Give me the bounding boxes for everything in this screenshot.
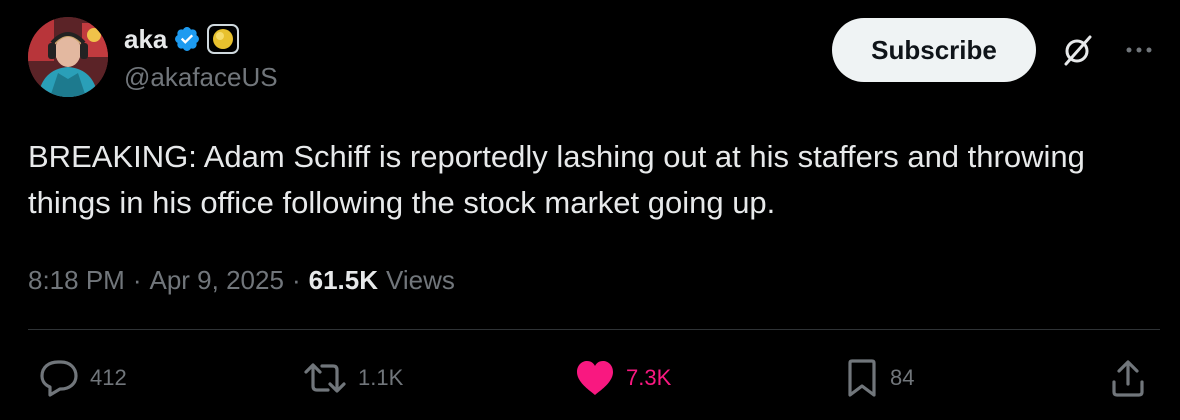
reply-icon [38, 358, 80, 398]
reply-button[interactable]: 412 [38, 358, 127, 398]
tweet-text: BREAKING: Adam Schiff is reportedly lash… [28, 139, 1085, 220]
reply-count: 412 [90, 365, 127, 390]
verified-badge-icon[interactable] [173, 25, 201, 53]
share-button[interactable] [1110, 358, 1146, 398]
like-button[interactable]: 7.3K [574, 358, 671, 398]
tweet-time[interactable]: 8:18 PM [28, 265, 125, 296]
like-count: 7.3K [626, 365, 672, 390]
views-label: Views [386, 264, 455, 295]
meta-separator: · [132, 264, 142, 295]
yellow-circle-badge-icon[interactable] [207, 24, 240, 54]
share-icon [1110, 358, 1146, 398]
heart-icon [574, 359, 616, 397]
tweet-meta: 8:18 PM · Apr 9, 2025 · 61.5K Views [28, 262, 455, 298]
repost-button[interactable]: 1.1K [302, 358, 403, 398]
avatar[interactable] [28, 17, 108, 97]
tweet-date[interactable]: Apr 9, 2025 [150, 265, 284, 296]
bookmark-button[interactable]: 84 [844, 358, 914, 398]
subscribe-button[interactable]: Subscribe [832, 18, 1036, 82]
more-horizontal-icon[interactable] [1124, 38, 1154, 62]
author-handle[interactable]: @akafaceUS [124, 62, 278, 93]
views-count[interactable]: 61.5K [309, 265, 378, 296]
repost-icon [302, 358, 348, 398]
avatar-image [28, 17, 108, 97]
bookmark-count: 84 [890, 365, 915, 390]
bookmark-icon [844, 358, 880, 398]
repost-count: 1.1K [358, 365, 404, 390]
author-display-name[interactable]: aka [124, 24, 167, 55]
divider [28, 329, 1160, 330]
grok-icon[interactable] [1060, 32, 1096, 68]
author-name-row: aka [124, 22, 240, 56]
meta-separator: · [291, 264, 301, 295]
